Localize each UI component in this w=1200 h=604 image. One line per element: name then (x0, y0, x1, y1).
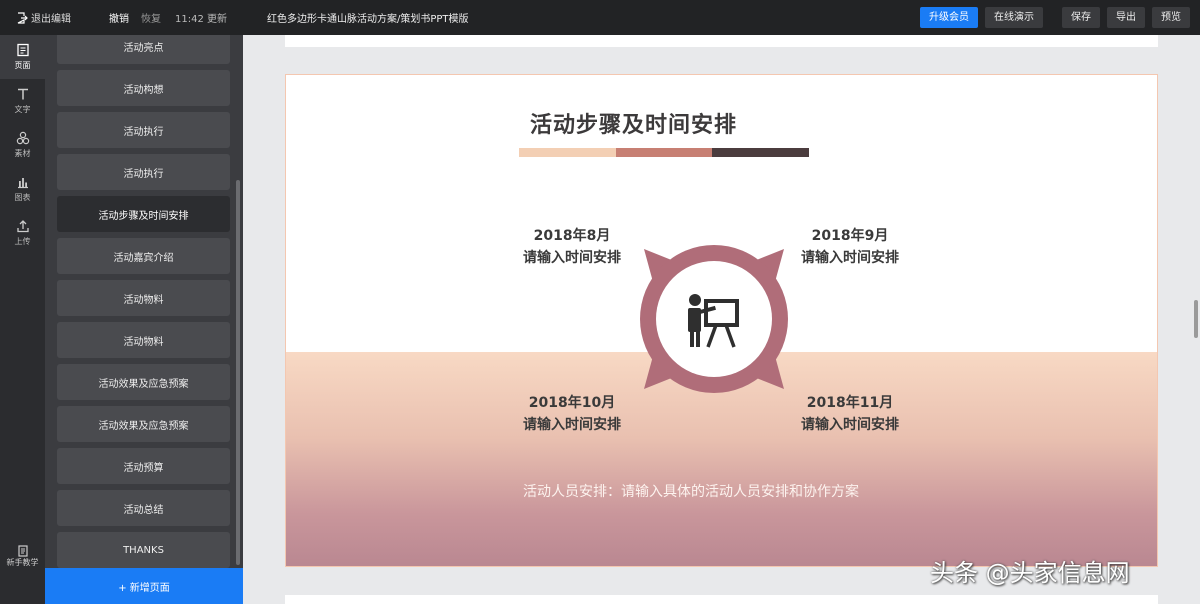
page-list-item[interactable]: THANKS (57, 532, 230, 568)
next-slide-preview[interactable] (285, 595, 1158, 604)
rail-label: 文字 (14, 105, 31, 114)
previous-slide-preview[interactable] (285, 35, 1158, 47)
page-list-scrollbar[interactable] (236, 180, 240, 565)
watermark: 头条 @头家信息网 (930, 559, 1130, 587)
exit-edit-label: 退出编辑 (31, 14, 71, 25)
page-list-item[interactable]: 活动预算 (57, 448, 230, 484)
page-list-item[interactable]: 活动步骤及时间安排 (57, 196, 230, 232)
rail-item-upload[interactable]: 上传 (0, 211, 45, 255)
top-toolbar: 退出编辑 撤销 恢复 11:42 更新 红色多边形卡通山脉活动方案/策划书PPT… (0, 0, 1200, 35)
title-underline-segment (712, 148, 809, 157)
page-list-item[interactable]: 活动亮点 (57, 35, 230, 64)
title-underline-segment (519, 148, 616, 157)
quadrant-description[interactable]: 请输入时间安排 (502, 247, 642, 267)
slide-title[interactable]: 活动步骤及时间安排 (530, 107, 737, 139)
current-slide[interactable]: 活动步骤及时间安排 2018年8月 请输入时间安排 2018年9月 请输入时间安… (285, 74, 1158, 567)
page-list-panel: 活动亮点 活动构想 活动执行 活动执行 活动步骤及时间安排 活动嘉宾介绍 活动物料 活动物料活… (45, 35, 243, 604)
hub-inner-circle (656, 261, 772, 377)
chart-icon (17, 178, 28, 189)
page-list-item[interactable]: 活动总结 (57, 490, 230, 526)
rail-item-text[interactable]: 文字 (0, 79, 45, 123)
page-list-item[interactable]: 活动效果及应急预案 (57, 364, 230, 400)
page-list-item[interactable]: 活动构想 (57, 70, 230, 106)
tutorial-button[interactable]: 新手教学 (0, 545, 45, 568)
exit-edit-button[interactable]: 退出编辑 (16, 10, 71, 25)
staff-arrangement-text[interactable]: 活动人员安排：请输入具体的活动人员安排和协作方案 (523, 481, 859, 501)
preview-button[interactable]: 预览 (1152, 7, 1190, 28)
rail-label: 素材 (14, 149, 31, 158)
redo-button[interactable]: 恢复 (141, 10, 161, 25)
tutorial-label: 新手教学 (6, 558, 39, 567)
shapes-icon (16, 131, 29, 145)
page-list-item[interactable]: 活动物料 (57, 322, 230, 358)
page-list-item[interactable]: 活动嘉宾介绍 (57, 238, 230, 274)
title-underline-segment (616, 148, 712, 157)
page-list-item[interactable]: 活动执行 (57, 112, 230, 148)
rail-item-materials[interactable]: 素材 (0, 123, 45, 167)
page-icon (16, 43, 29, 57)
rail-item-pages[interactable]: 页面 (0, 35, 45, 79)
quadrant-description[interactable]: 请输入时间安排 (780, 247, 920, 267)
tool-rail: 页面 文字 素材 图表 上传 新手教学 (0, 35, 45, 604)
save-button[interactable]: 保存 (1062, 7, 1100, 28)
quadrant-date[interactable]: 2018年11月 (780, 392, 920, 412)
quadrant-date[interactable]: 2018年10月 (502, 392, 642, 412)
text-icon (17, 88, 28, 100)
upgrade-member-button[interactable]: 升级会员 (920, 7, 978, 28)
canvas-scrollbar[interactable] (1194, 300, 1198, 338)
rail-label: 图表 (14, 193, 31, 202)
page-list-item[interactable]: 活动效果及应急预案 (57, 406, 230, 442)
last-saved-time: 11:42 更新 (175, 14, 227, 25)
rail-label: 页面 (14, 61, 31, 70)
quadrant-date[interactable]: 2018年8月 (502, 225, 642, 245)
quadrant-description[interactable]: 请输入时间安排 (780, 414, 920, 434)
book-icon (17, 545, 28, 557)
rail-label: 上传 (14, 237, 31, 246)
page-list: 活动亮点 活动构想 活动执行 活动执行 活动步骤及时间安排 活动嘉宾介绍 活动物料 活动物料活… (57, 35, 230, 574)
document-title[interactable]: 红色多边形卡通山脉活动方案/策划书PPT模版 (267, 10, 469, 25)
undo-button[interactable]: 撤销 (109, 10, 129, 25)
page-list-item[interactable]: 活动物料 (57, 280, 230, 316)
page-list-item[interactable]: 活动执行 (57, 154, 230, 190)
export-button[interactable]: 导出 (1107, 7, 1145, 28)
exit-icon (17, 11, 28, 24)
add-page-button[interactable]: + 新增页面 (45, 568, 243, 604)
online-present-button[interactable]: 在线演示 (985, 7, 1043, 28)
quadrant-date[interactable]: 2018年9月 (780, 225, 920, 245)
upload-icon (16, 220, 29, 233)
quadrant-description[interactable]: 请输入时间安排 (502, 414, 642, 434)
rail-item-charts[interactable]: 图表 (0, 167, 45, 211)
timeline-hub[interactable] (634, 243, 794, 395)
